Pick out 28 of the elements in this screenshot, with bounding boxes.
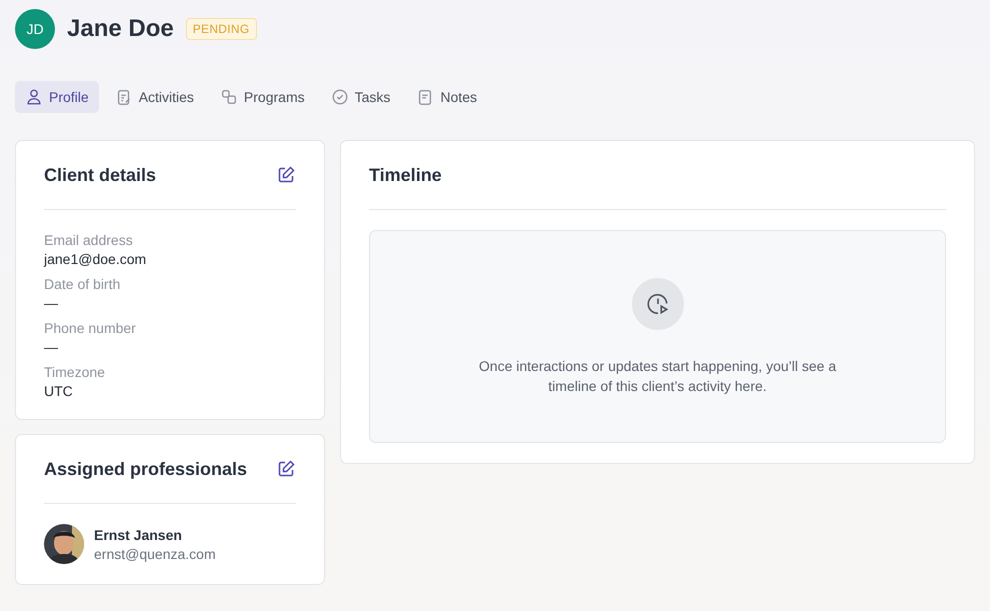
- edit-icon[interactable]: [276, 165, 296, 185]
- field-label: Phone number: [44, 320, 137, 336]
- field-label: Date of birth: [44, 276, 122, 292]
- tab[interactable]: Notes: [406, 81, 487, 113]
- person-icon: [25, 88, 43, 106]
- tab[interactable]: Programs: [210, 81, 315, 113]
- status-badge: PENDING: [186, 18, 256, 40]
- field-value: —: [44, 295, 59, 311]
- field-label: Email address: [44, 232, 134, 248]
- tab[interactable]: Activities: [104, 81, 204, 113]
- tab[interactable]: Profile: [15, 81, 99, 113]
- professional-email: ernst@quenza.com: [94, 546, 216, 562]
- field-value: UTC: [44, 383, 74, 399]
- clock-icon: [632, 278, 684, 330]
- squares-icon: [220, 88, 238, 106]
- field-value: jane1@doe.com: [44, 251, 148, 267]
- client-avatar: JD: [15, 9, 55, 49]
- field-label: Timezone: [44, 364, 106, 380]
- tab[interactable]: Tasks: [320, 81, 400, 113]
- field-value: —: [44, 339, 59, 355]
- card-title: Client details: [44, 164, 156, 186]
- check-circle-icon: [330, 88, 349, 106]
- empty-state-message: Once interactions or updates start happening, you’ll see a timeline of this client’s activity here.: [478, 357, 838, 396]
- edit-icon[interactable]: [276, 459, 296, 479]
- card-title: Timeline: [369, 164, 442, 186]
- client-name: Jane Doe: [67, 15, 174, 43]
- professional-name: Ernst Jansen: [94, 526, 183, 542]
- card-title: Assigned professionals: [44, 458, 248, 480]
